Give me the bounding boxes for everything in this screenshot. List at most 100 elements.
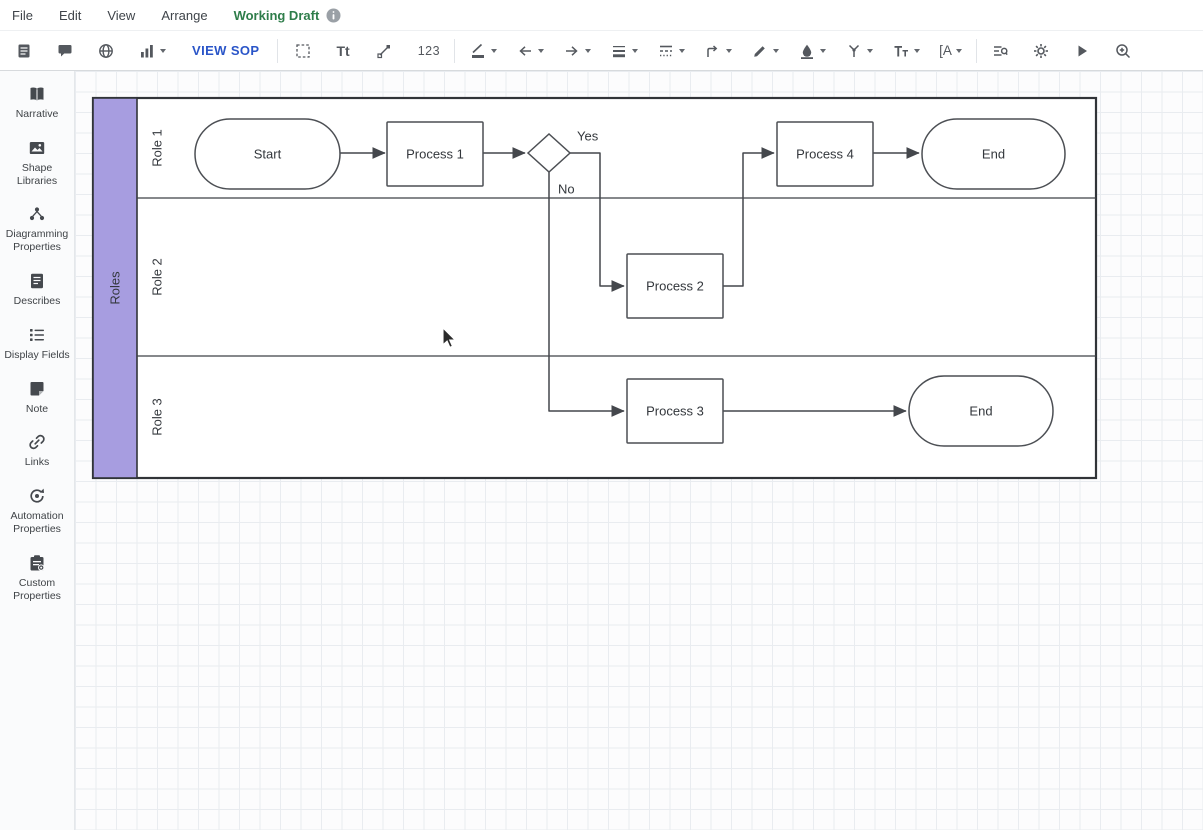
settings-tool[interactable] [1027,38,1055,64]
play-icon [1073,42,1091,60]
sidebar-item-label: Automation Properties [1,510,73,536]
sidebar-item-label: Links [25,456,50,469]
left-sidebar: Narrative Shape Libraries Diagramming Pr… [0,71,75,830]
chevron-down-icon [726,49,732,53]
sidebar-item-label: Custom Properties [1,577,73,603]
elbow-connector-icon [704,42,722,60]
node-label: Process 1 [406,147,464,162]
node-process-4[interactable]: Process 4 [777,122,873,186]
line-weight-icon [610,42,628,60]
comment-tool[interactable] [51,38,79,64]
pencil-style-tool[interactable] [746,38,784,64]
custom-properties-icon [27,553,47,573]
menu-file[interactable]: File [12,8,33,23]
note-icon [27,379,47,399]
fill-color-icon [798,42,816,60]
chevron-down-icon [820,49,826,53]
sidebar-item-diagramming-properties[interactable]: Diagramming Properties [1,204,73,254]
chevron-down-icon [914,49,920,53]
version-status[interactable]: Working Draft [234,8,342,23]
chart-tool[interactable] [133,38,171,64]
sidebar-item-label: Note [26,403,48,416]
node-process-3[interactable]: Process 3 [627,379,723,443]
node-end-top[interactable]: End [922,119,1065,189]
display-options-icon [991,42,1009,60]
menu-view[interactable]: View [107,8,135,23]
info-icon[interactable] [326,8,341,23]
numbers-tool[interactable]: 123 [413,40,445,62]
links-icon [27,432,47,452]
line-weight-tool[interactable] [605,38,643,64]
chevron-down-icon [538,49,544,53]
line-color-tool[interactable] [464,38,502,64]
arrow-end-tool[interactable] [558,38,596,64]
sidebar-item-label: Diagramming Properties [1,228,73,254]
lane-label-role3[interactable]: Role 3 [150,398,165,436]
sidebar-item-shape-libraries[interactable]: Shape Libraries [1,138,73,188]
text-size-tool[interactable] [887,38,925,64]
lane-label-role2[interactable]: Role 2 [150,258,165,296]
node-label: Process 4 [796,147,854,162]
comment-icon [56,42,74,60]
sidebar-item-label: Narrative [16,108,59,121]
node-label: Start [254,147,282,162]
node-process-2[interactable]: Process 2 [627,254,723,318]
lane-label-role1[interactable]: Role 1 [150,129,165,167]
chevron-down-icon [632,49,638,53]
sidebar-item-links[interactable]: Links [1,432,73,469]
sidebar-item-automation-properties[interactable]: Automation Properties [1,486,73,536]
toolbar-separator [454,39,455,63]
numbers-tool-label: 123 [418,44,440,58]
globe-icon [97,42,115,60]
document-icon [15,42,33,60]
text-tool-label: Tt [337,43,350,59]
zoom-in-icon [1114,42,1132,60]
sidebar-item-narrative[interactable]: Narrative [1,84,73,121]
font-tool[interactable]: [A [934,39,967,62]
diagramming-properties-icon [27,204,47,224]
automation-properties-icon [27,486,47,506]
node-label: End [982,147,1005,162]
toolbar: VIEW SOP Tt 123 [0,31,1203,71]
selection-rect-icon [294,42,312,60]
view-sop-button[interactable]: VIEW SOP [184,39,268,62]
document-tool[interactable] [10,38,38,64]
version-status-label: Working Draft [234,8,320,23]
language-tool[interactable] [92,38,120,64]
sidebar-item-label: Display Fields [4,349,69,362]
sidebar-item-custom-properties[interactable]: Custom Properties [1,553,73,603]
run-tool[interactable] [1068,38,1096,64]
line-dash-tool[interactable] [652,38,690,64]
arrow-start-tool[interactable] [511,38,549,64]
fill-color-tool[interactable] [793,38,831,64]
font-tool-label: [A [939,43,952,58]
sidebar-item-describes[interactable]: Describes [1,271,73,308]
connector-tool[interactable] [370,38,398,64]
display-options-tool[interactable] [986,38,1014,64]
zoom-tool[interactable] [1109,38,1137,64]
menubar: File Edit View Arrange Working Draft [0,0,1203,31]
chevron-down-icon [160,49,166,53]
node-start[interactable]: Start [195,119,340,189]
sidebar-item-display-fields[interactable]: Display Fields [1,325,73,362]
display-fields-icon [27,325,47,345]
narrative-icon [27,84,47,104]
text-size-icon [892,42,910,60]
node-end-bottom[interactable]: End [909,376,1053,446]
menu-arrange[interactable]: Arrange [161,8,207,23]
junction-tool[interactable] [840,38,878,64]
menu-edit[interactable]: Edit [59,8,81,23]
sidebar-item-label: Describes [14,295,61,308]
pencil-icon [751,42,769,60]
node-label: Process 2 [646,279,704,294]
arrow-right-icon [563,42,581,60]
toolbar-separator [976,39,977,63]
select-tool[interactable] [289,38,317,64]
node-process-1[interactable]: Process 1 [387,122,483,186]
bar-chart-icon [138,42,156,60]
dash-style-icon [657,42,675,60]
connector-style-tool[interactable] [699,38,737,64]
sidebar-item-note[interactable]: Note [1,379,73,416]
text-tool[interactable]: Tt [332,39,355,63]
diagram-canvas[interactable]: Roles Role 1 Role 2 Role 3 Yes No [75,71,1203,830]
